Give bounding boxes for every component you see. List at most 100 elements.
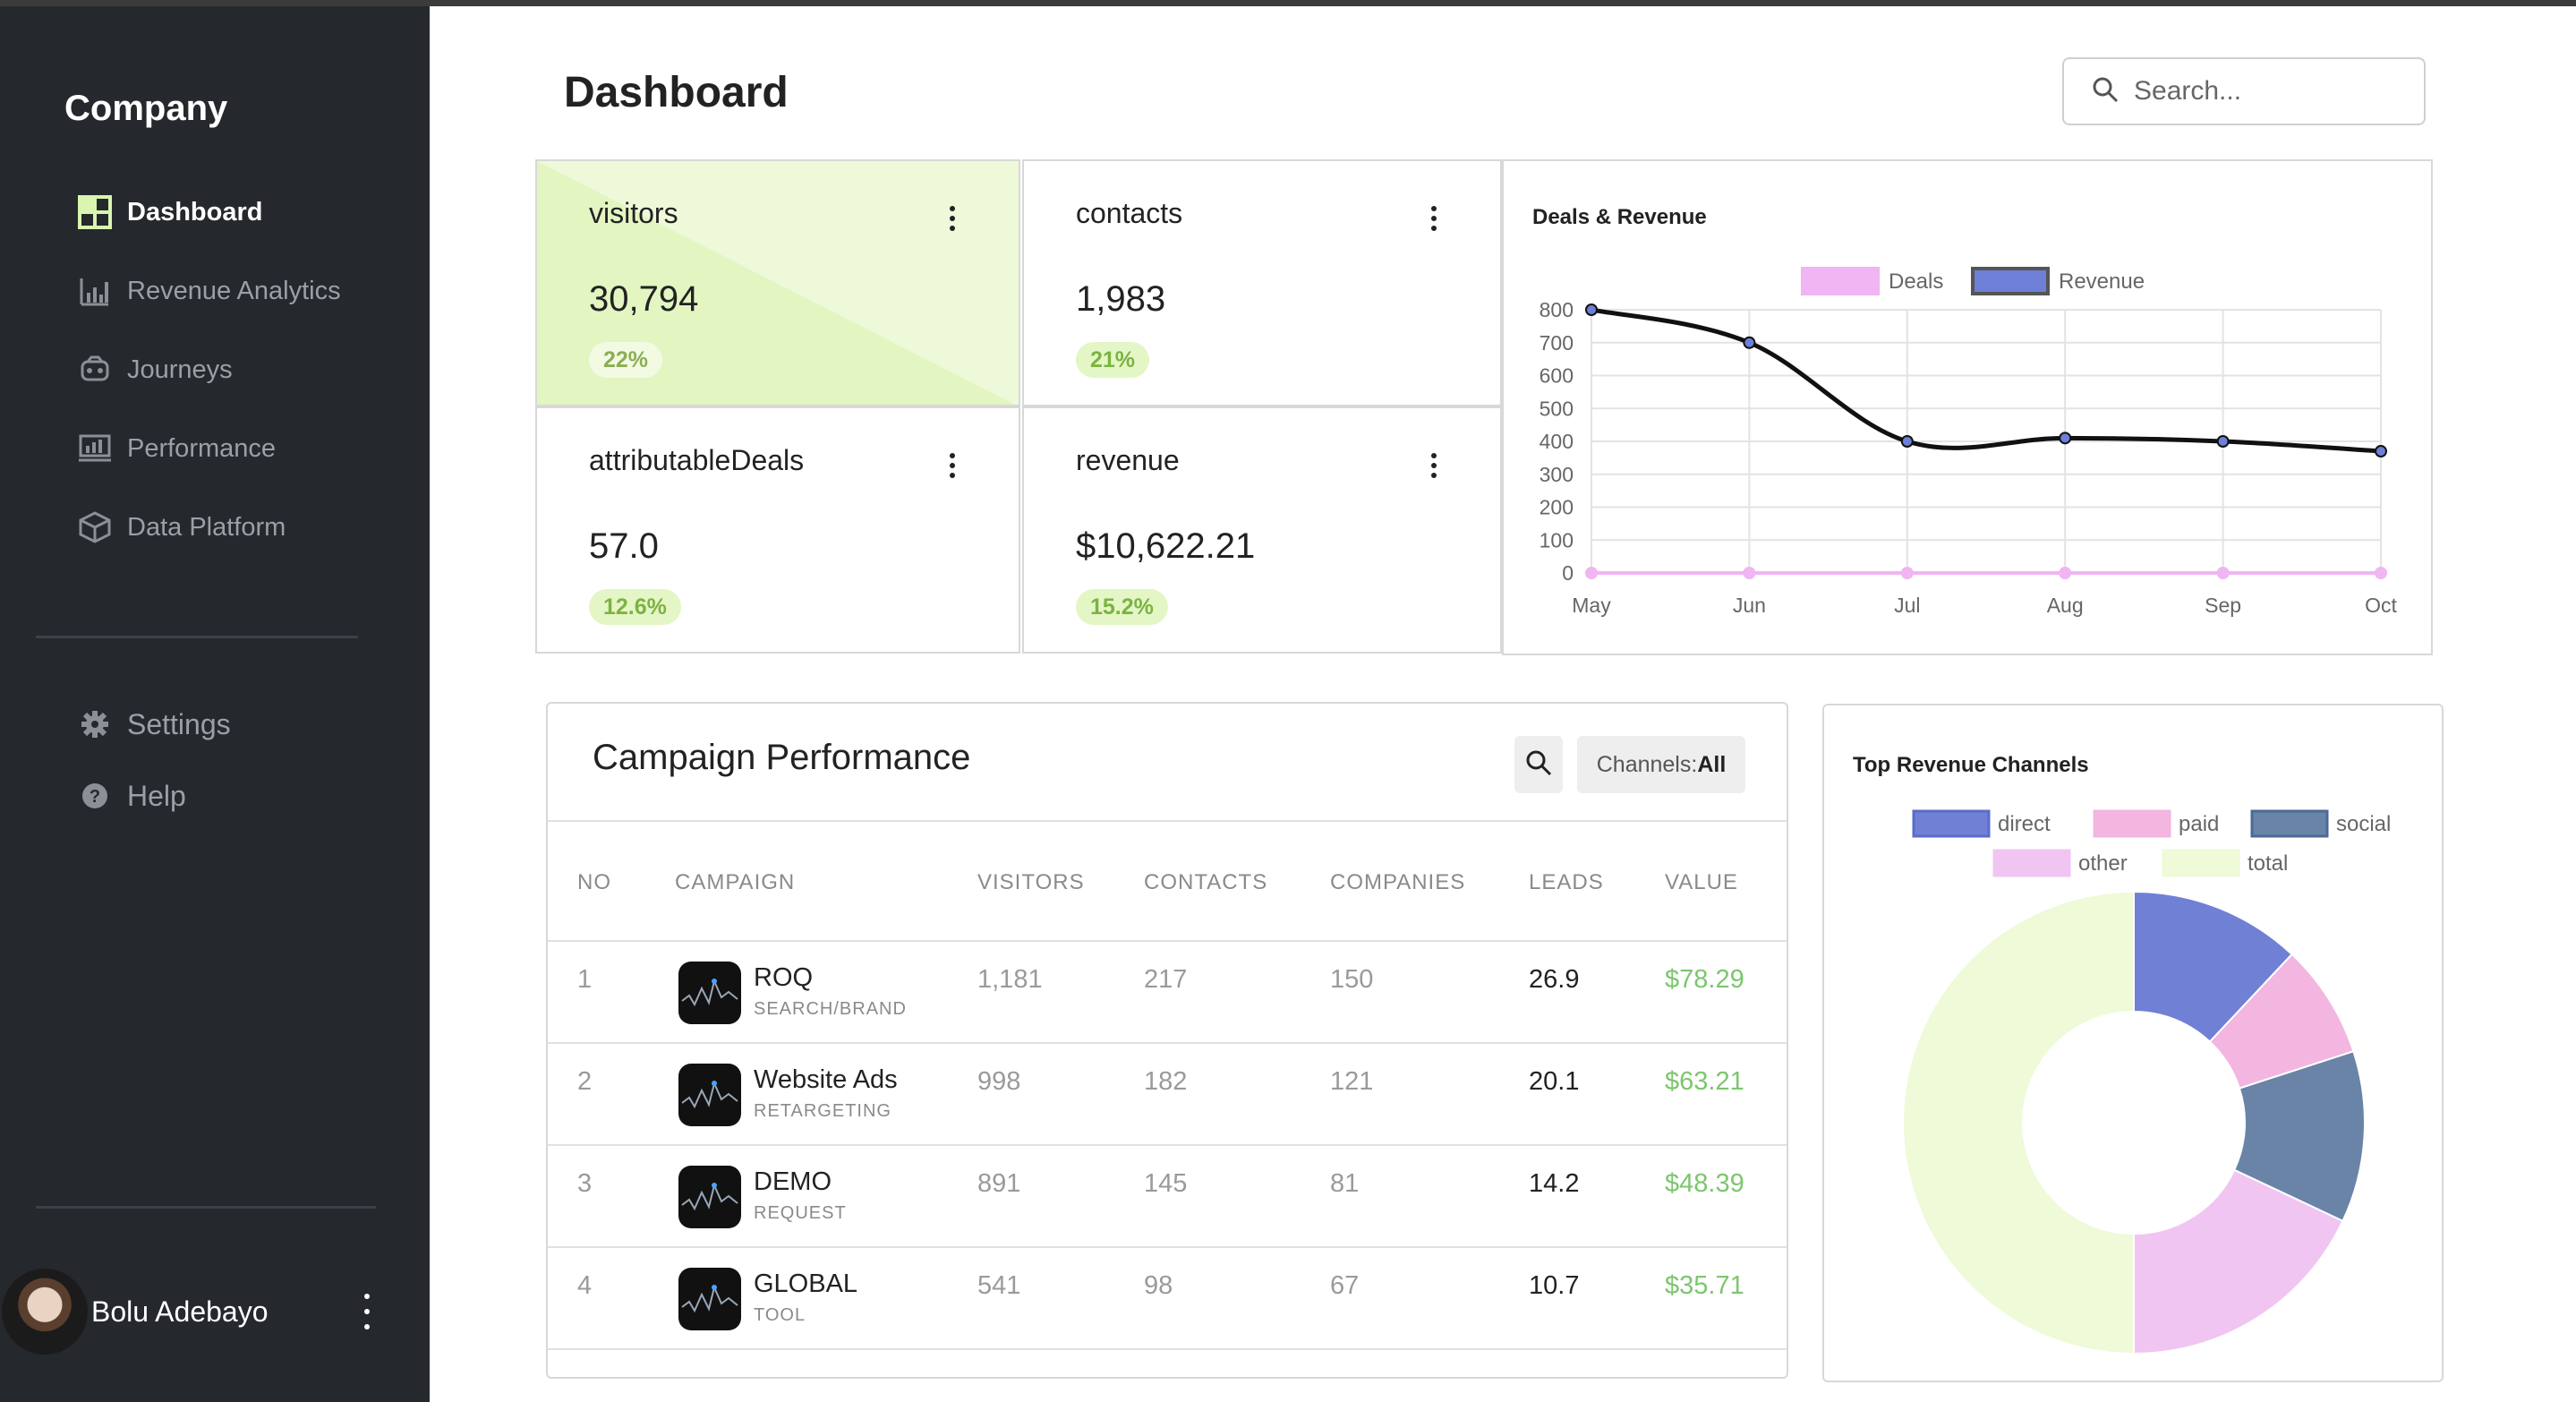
more-vertical-icon[interactable] <box>1429 206 1439 231</box>
filter-value: All <box>1697 751 1727 777</box>
table-row-divider <box>548 1348 1787 1377</box>
campaign-thumbnail <box>678 1166 741 1228</box>
search-input[interactable] <box>2134 76 2402 107</box>
divider <box>548 820 1787 822</box>
cell-companies: 67 <box>1330 1271 1360 1300</box>
campaign-type: SEARCH/BRAND <box>754 999 907 1019</box>
column-header-contacts[interactable]: CONTACTS <box>1144 870 1267 895</box>
table-row[interactable]: 1 ROQ SEARCH/BRAND 1,181 217 150 26.9 $7… <box>548 940 1787 1042</box>
legend-label: Deals <box>1889 269 1943 294</box>
sidebar-item-label: Revenue Analytics <box>127 276 341 305</box>
table-row[interactable]: 4 GLOBAL TOOL 541 98 67 10.7 $35.71 <box>548 1246 1787 1348</box>
column-header-campaign[interactable]: CAMPAIGN <box>675 870 795 895</box>
campaign-name[interactable]: DEMO <box>754 1167 832 1197</box>
avatar[interactable] <box>2 1269 88 1355</box>
more-vertical-icon[interactable] <box>1429 453 1439 478</box>
data-point-deals <box>2059 567 2072 579</box>
data-point-deals <box>2216 567 2230 579</box>
cell-visitors: 891 <box>977 1169 1021 1198</box>
search-icon <box>1524 748 1553 782</box>
data-point-deals <box>1585 567 1598 579</box>
legend-label: direct <box>1998 812 2051 836</box>
campaign-name[interactable]: Website Ads <box>754 1065 898 1095</box>
table-search-button[interactable] <box>1514 736 1563 793</box>
more-vertical-icon[interactable] <box>947 206 958 231</box>
search-box[interactable] <box>2062 57 2426 125</box>
column-header-visitors[interactable]: VISITORS <box>977 870 1085 895</box>
legend-label: total <box>2248 851 2288 876</box>
x-tick-label: Oct <box>2365 594 2397 617</box>
cell-leads: 20.1 <box>1529 1067 1580 1096</box>
series-line-revenue <box>1591 307 2382 454</box>
kpi-label: contacts <box>1076 197 1183 229</box>
cell-leads: 10.7 <box>1529 1271 1580 1300</box>
kpi-change-badge: 12.6% <box>589 589 681 625</box>
sidebar-divider <box>36 636 358 638</box>
page-title: Dashboard <box>564 69 789 116</box>
x-tick-label: May <box>1572 594 1611 617</box>
cell-visitors: 1,181 <box>977 965 1043 994</box>
cell-no: 1 <box>577 965 593 994</box>
campaign-type: RETARGETING <box>754 1101 891 1121</box>
y-tick-label: 300 <box>1540 463 1574 486</box>
kpi-card-attributable-deals[interactable]: attributableDeals 57.0 12.6% <box>535 406 1020 654</box>
legend-swatch <box>1971 267 2050 295</box>
cell-no: 2 <box>577 1067 593 1096</box>
deals-revenue-chart-card: Deals & Revenue Deals Revenue 0 100 200 300 400… <box>1502 159 2433 655</box>
sidebar-item-data-platform[interactable]: Data Platform <box>77 508 341 547</box>
y-tick-label: 100 <box>1540 528 1574 551</box>
user-more-icon[interactable] <box>358 1294 376 1329</box>
legend-label: paid <box>2179 812 2219 836</box>
sidebar-item-revenue-analytics[interactable]: Revenue Analytics <box>77 271 341 311</box>
cell-value: $35.71 <box>1665 1271 1744 1300</box>
table-row[interactable]: 2 Website Ads RETARGETING 998 182 121 20… <box>548 1042 1787 1144</box>
cube-icon <box>77 509 113 545</box>
kpi-card-visitors[interactable]: visitors 30,794 22% <box>535 159 1020 406</box>
campaign-name[interactable]: GLOBAL <box>754 1269 857 1299</box>
kpi-value: 30,794 <box>589 279 699 319</box>
channels-filter-button[interactable]: Channels: All <box>1577 736 1745 793</box>
donut-slice-total <box>1902 890 2135 1355</box>
legend-swatch <box>1992 849 2071 877</box>
column-header-no[interactable]: NO <box>577 870 611 895</box>
data-point-deals <box>1743 567 1756 579</box>
column-header-leads[interactable]: LEADS <box>1529 870 1604 895</box>
kpi-change-badge: 21% <box>1076 342 1150 378</box>
kpi-card-contacts[interactable]: contacts 1,983 21% <box>1022 159 1502 406</box>
column-header-value[interactable]: VALUE <box>1665 870 1738 895</box>
more-vertical-icon[interactable] <box>947 453 958 478</box>
kpi-card-revenue[interactable]: revenue $10,622.21 15.2% <box>1022 406 1502 654</box>
data-point-revenue <box>2059 432 2072 445</box>
sidebar-item-journeys[interactable]: Journeys <box>77 350 341 389</box>
sidebar-item-label: Dashboard <box>127 197 263 227</box>
cell-companies: 121 <box>1330 1067 1374 1096</box>
gear-icon <box>77 706 113 742</box>
chart-title: Deals & Revenue <box>1532 205 1707 229</box>
cell-companies: 81 <box>1330 1169 1360 1198</box>
cell-contacts: 145 <box>1144 1169 1188 1198</box>
table-row[interactable]: 3 DEMO REQUEST 891 145 81 14.2 $48.39 <box>548 1144 1787 1246</box>
sidebar-item-help[interactable]: ? Help <box>77 776 231 816</box>
legend-label: Revenue <box>2059 269 2145 294</box>
monitor-chart-icon <box>77 431 113 466</box>
sidebar-item-performance[interactable]: Performance <box>77 429 341 468</box>
cell-value: $78.29 <box>1665 965 1744 994</box>
user-profile[interactable]: Bolu Adebayo <box>0 1267 430 1356</box>
column-header-companies[interactable]: COMPANIES <box>1330 870 1465 895</box>
chart-title: Top Revenue Channels <box>1853 753 2089 777</box>
campaign-thumbnail <box>678 1064 741 1126</box>
sidebar-item-label: Performance <box>127 433 277 463</box>
x-tick-label: Jun <box>1733 594 1766 617</box>
sidebar-item-dashboard[interactable]: Dashboard <box>77 192 341 232</box>
sidebar-item-label: Journeys <box>127 355 233 384</box>
table-title: Campaign Performance <box>593 738 971 777</box>
kpi-label: visitors <box>589 197 678 229</box>
svg-text:?: ? <box>90 787 100 807</box>
data-point-revenue <box>1743 336 1756 349</box>
legend-swatch <box>1801 267 1880 295</box>
campaign-name[interactable]: ROQ <box>754 963 813 993</box>
sidebar-item-settings[interactable]: Settings <box>77 705 231 744</box>
y-tick-label: 600 <box>1540 364 1574 388</box>
deals-revenue-chart: Deals & Revenue Deals Revenue 0 100 200 300 400… <box>1532 205 2397 617</box>
legend-swatch <box>1912 809 1991 838</box>
